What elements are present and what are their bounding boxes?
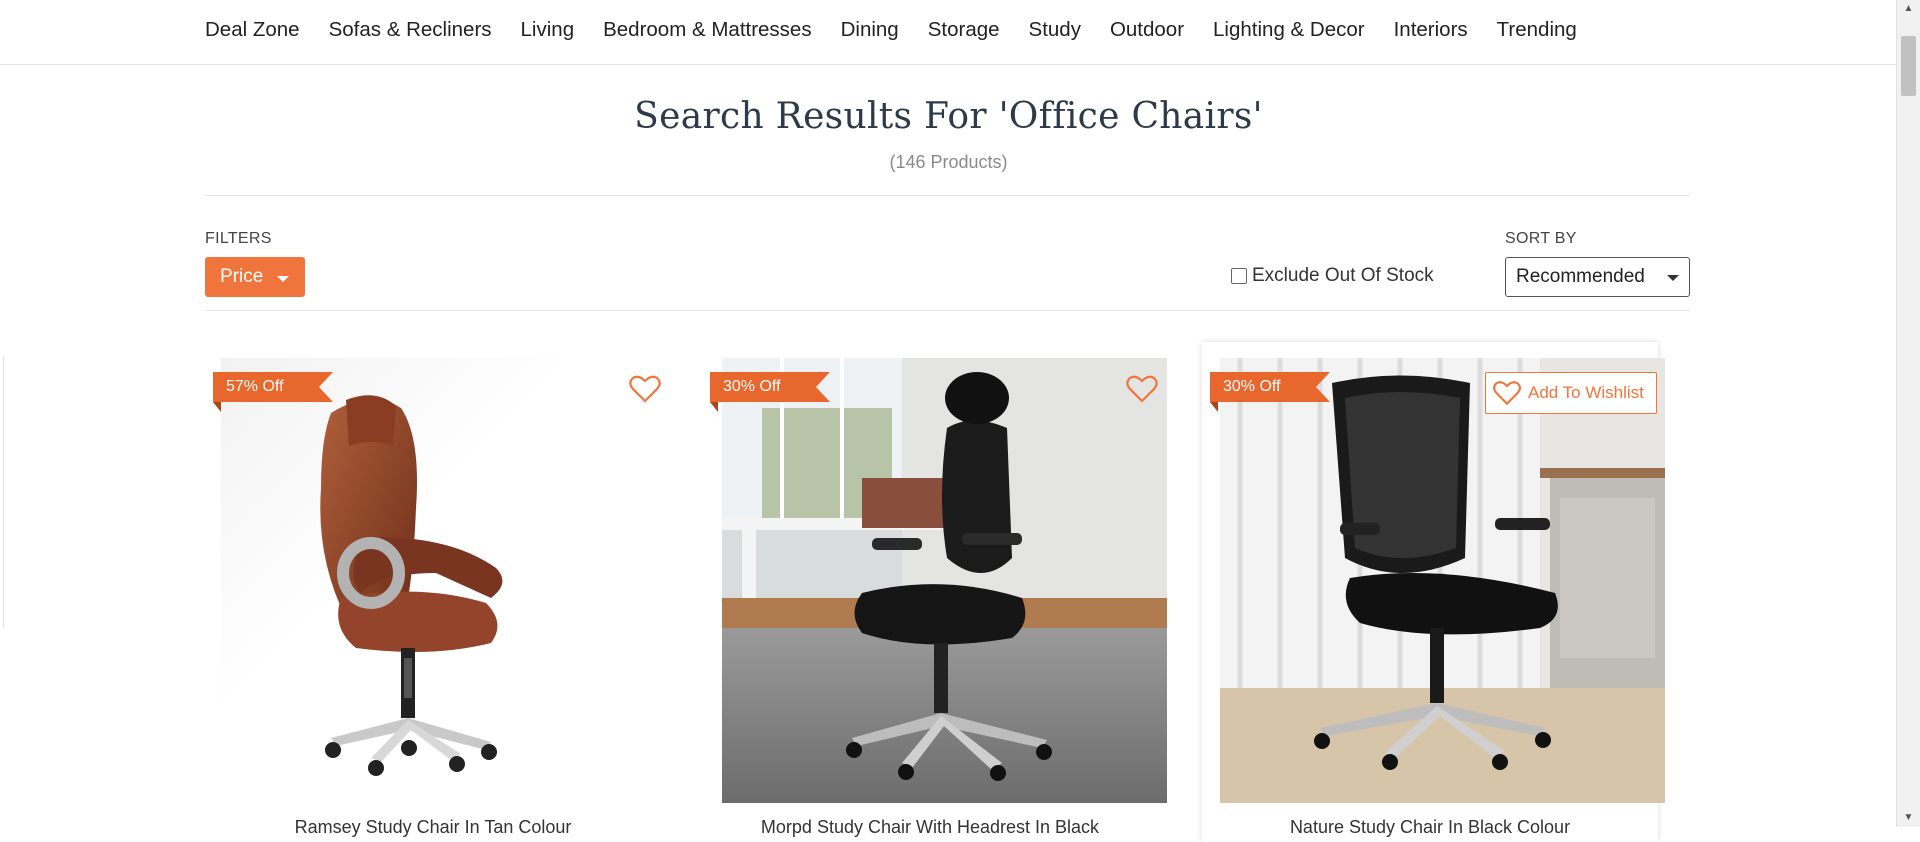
scrollbar-thumb[interactable]: [1901, 36, 1916, 96]
product-card[interactable]: 57% Off Ramsey Study Chair In Tan Colour: [205, 342, 666, 842]
nav-item-lighting-decor[interactable]: Lighting & Decor: [1213, 18, 1365, 42]
product-name[interactable]: Ramsey Study Chair In Tan Colour: [205, 817, 661, 838]
black-mesh-chair-image: [1220, 358, 1665, 803]
nav-item-outdoor[interactable]: Outdoor: [1110, 18, 1184, 42]
nav-item-study[interactable]: Study: [1029, 18, 1081, 42]
sort-select[interactable]: Recommended: [1505, 257, 1690, 297]
product-image[interactable]: [1220, 358, 1665, 803]
checkbox-box[interactable]: [1231, 268, 1247, 284]
price-filter-button[interactable]: Price: [205, 257, 305, 297]
product-image[interactable]: [722, 358, 1167, 803]
product-image[interactable]: [221, 358, 666, 803]
heart-icon: [1493, 381, 1521, 406]
discount-label: 57% Off: [226, 378, 284, 395]
tan-office-chair-image: [221, 358, 666, 803]
product-name[interactable]: Morpd Study Chair With Headrest In Black: [702, 817, 1158, 838]
nav-item-storage[interactable]: Storage: [928, 18, 1000, 42]
divider-top: [205, 195, 1690, 196]
caret-down-icon: [277, 275, 290, 282]
nav-item-living[interactable]: Living: [521, 18, 575, 42]
filters-label: FILTERS: [205, 230, 272, 247]
nav-item-trending[interactable]: Trending: [1497, 18, 1577, 42]
divider-filters: [205, 310, 1690, 311]
add-to-wishlist-button[interactable]: Add To Wishlist: [1485, 372, 1657, 414]
nav-item-bedroom-mattresses[interactable]: Bedroom & Mattresses: [603, 18, 812, 42]
page-scrollbar[interactable]: ▲ ▼: [1896, 0, 1920, 827]
product-card[interactable]: 30% Off Add To Wishlist Nature Study Cha…: [1202, 342, 1665, 842]
nav-item-sofas-recliners[interactable]: Sofas & Recliners: [329, 18, 492, 42]
nav-item-deal-zone[interactable]: Deal Zone: [205, 18, 300, 42]
price-filter-label: Price: [220, 266, 264, 287]
add-to-wishlist-label: Add To Wishlist: [1528, 383, 1644, 402]
scroll-down-arrow-icon[interactable]: ▼: [1897, 809, 1920, 827]
wishlist-heart-icon[interactable]: [1125, 372, 1159, 406]
sort-by-label: SORT BY: [1505, 230, 1577, 247]
exclude-out-of-stock-checkbox[interactable]: Exclude Out Of Stock: [1231, 265, 1434, 287]
wishlist-heart-icon[interactable]: [628, 372, 662, 406]
exclude-out-of-stock-label: Exclude Out Of Stock: [1252, 265, 1434, 286]
page-title: Search Results For 'Office Chairs': [634, 96, 1263, 137]
nav-item-dining[interactable]: Dining: [841, 18, 899, 42]
discount-label: 30% Off: [1223, 378, 1281, 395]
top-navigation: Deal Zone Sofas & Recliners Living Bedro…: [0, 0, 1897, 65]
discount-ribbon: 30% Off: [1210, 372, 1330, 412]
discount-label: 30% Off: [723, 378, 781, 395]
black-mesh-chair-image: [722, 358, 1167, 803]
discount-ribbon: 30% Off: [710, 372, 830, 412]
discount-ribbon: 57% Off: [213, 372, 333, 412]
nav-item-interiors[interactable]: Interiors: [1394, 18, 1468, 42]
product-name[interactable]: Nature Study Chair In Black Colour: [1202, 817, 1658, 838]
product-count: (146 Products): [889, 152, 1008, 172]
scroll-up-arrow-icon[interactable]: ▲: [1897, 0, 1920, 18]
sort-selected-value: Recommended: [1516, 266, 1645, 287]
product-card[interactable]: 30% Off Morpd Study Chair With Headrest …: [702, 342, 1167, 842]
side-panel-edge: [0, 356, 4, 628]
caret-down-icon: [1667, 275, 1679, 281]
